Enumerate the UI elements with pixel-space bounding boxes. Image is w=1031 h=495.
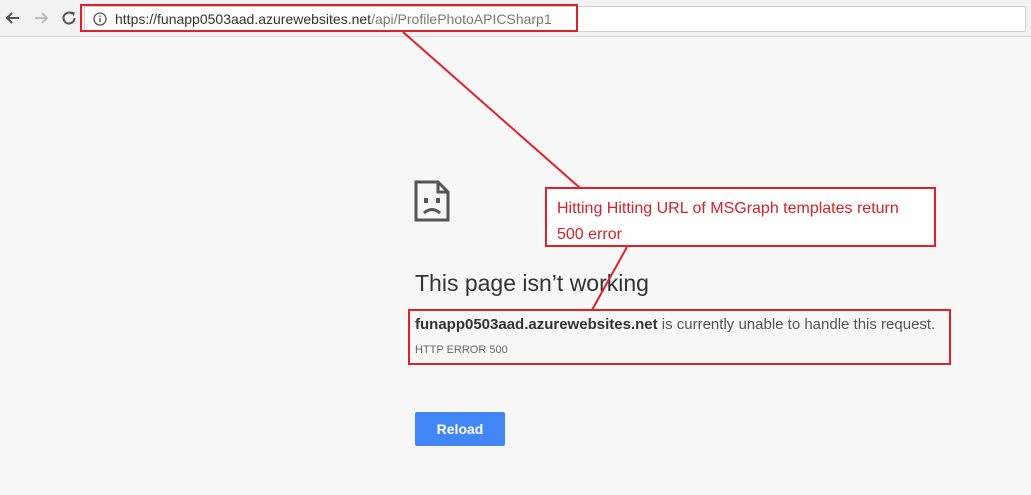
- connector-line-url: [402, 31, 581, 189]
- sad-document-icon: [414, 180, 450, 222]
- reload-page-button[interactable]: [58, 7, 80, 29]
- back-arrow-icon: [5, 12, 19, 24]
- back-button[interactable]: [2, 7, 24, 29]
- forward-arrow-icon: [35, 12, 49, 24]
- annotation-callout: Hitting Hitting URL of MSGraph templates…: [545, 187, 936, 247]
- reload-button[interactable]: Reload: [415, 412, 505, 446]
- annotation-line-1: Hitting Hitting URL of MSGraph templates…: [557, 200, 899, 217]
- url-highlight-box: [80, 4, 578, 32]
- page-title: This page isn’t working: [415, 270, 649, 296]
- reload-icon: [62, 11, 76, 25]
- error-highlight-box: [408, 309, 951, 365]
- annotation-line-2: 500 error: [557, 226, 622, 243]
- forward-button[interactable]: [30, 7, 52, 29]
